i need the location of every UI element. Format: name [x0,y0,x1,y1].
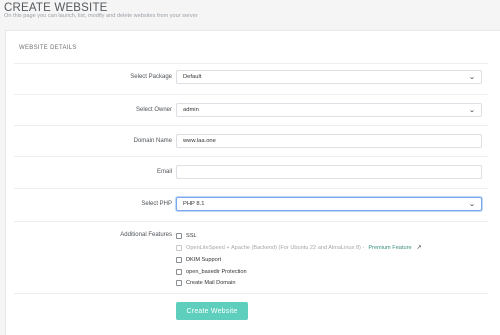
mail-domain-label: Create Mail Domain [186,279,236,286]
ssl-checkbox-row[interactable]: SSL [176,231,197,240]
card-header: WEBSITE DETAILS [19,45,77,51]
ssl-label: SSL [186,232,197,239]
php-label: Select PHP [141,201,172,207]
litespeed-apache-label: OpenLiteSpeed + Apache (Backend) (For Ub… [186,244,365,251]
chevron-down-icon: ⌄ [468,73,476,81]
email-label: Email [156,169,172,175]
ssl-checkbox[interactable] [176,232,182,239]
open-basedir-label: open_basedir Protection [186,268,247,275]
dkim-label: DKIM Support [186,256,222,263]
website-details-card: WEBSITE DETAILS Select Package Default ⌄… [5,30,500,335]
external-link-icon[interactable]: ↗ [417,244,422,251]
open-basedir-checkbox[interactable] [176,268,182,275]
dkim-checkbox-row[interactable]: DKIM Support [176,255,221,264]
owner-label: Select Owner [135,107,172,113]
mail-domain-checkbox[interactable] [176,279,182,286]
divider [14,221,488,222]
divider [14,188,488,189]
package-label: Select Package [130,74,172,80]
owner-select[interactable]: admin ⌄ [176,103,482,117]
divider [14,125,488,126]
owner-value: admin [183,107,199,113]
package-value: Default [183,74,202,80]
domain-label: Domain Name [133,138,172,144]
dkim-checkbox[interactable] [176,256,182,263]
php-select[interactable]: PHP 8.1 ⌄ [176,197,482,211]
mail-domain-checkbox-row[interactable]: Create Mail Domain [176,278,235,287]
page-subtitle: On this page you can launch, list, modif… [4,13,198,19]
litespeed-apache-checkbox-row: OpenLiteSpeed + Apache (Backend) (For Ub… [176,243,422,252]
email-input[interactable] [176,165,482,179]
divider [14,63,488,64]
divider [14,94,488,95]
package-select[interactable]: Default ⌄ [176,70,482,84]
divider [14,156,488,157]
chevron-down-icon: ⌄ [468,106,476,114]
php-value: PHP 8.1 [183,201,205,207]
premium-feature-link[interactable]: Premium Feature [368,245,411,251]
domain-value: www.laa.one [183,138,216,144]
open-basedir-checkbox-row[interactable]: open_basedir Protection [176,267,247,276]
create-website-button[interactable]: Create Website [176,302,248,320]
litespeed-apache-checkbox [176,244,182,251]
domain-input[interactable]: www.laa.one [176,134,482,148]
chevron-down-icon: ⌄ [468,200,476,208]
divider [14,293,488,294]
features-label: Additional Features [120,232,172,238]
